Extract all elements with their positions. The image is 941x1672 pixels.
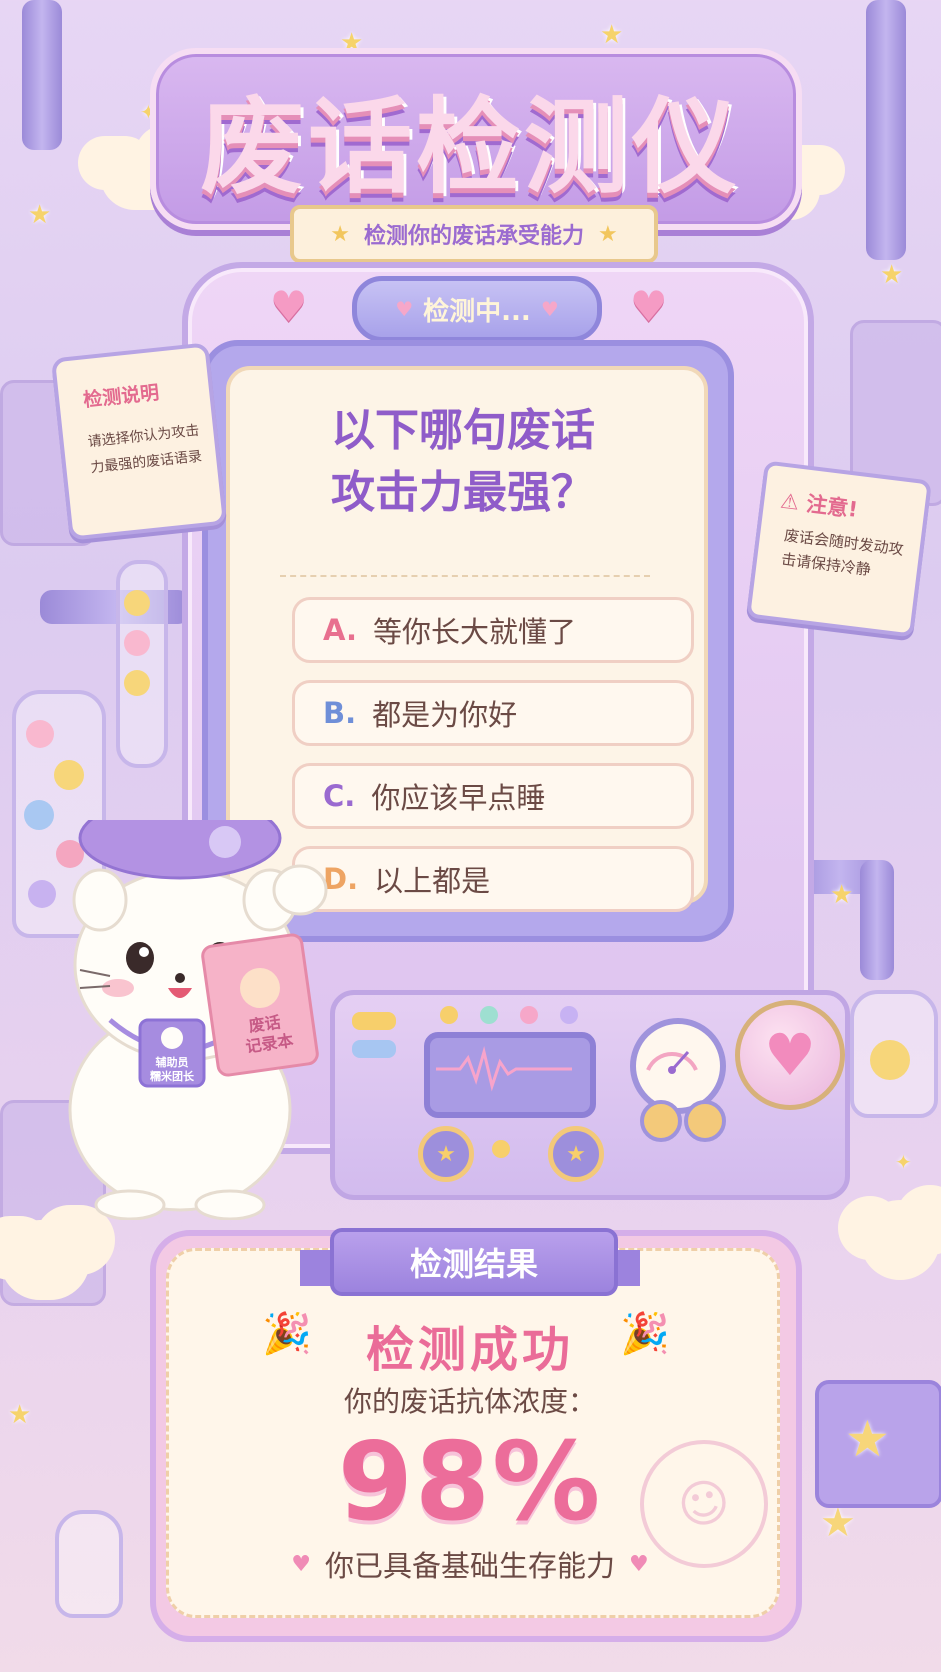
indicator-light <box>560 1006 578 1024</box>
note-body: 请选择你认为攻击力最强的废话语录 <box>86 422 203 477</box>
gauge-dial <box>630 1018 726 1114</box>
star-knob[interactable]: ★ <box>548 1126 604 1182</box>
indicator-light <box>440 1006 458 1024</box>
heart-icon: ♥ <box>629 1551 649 1577</box>
indicator-light <box>480 1006 498 1024</box>
heart-icon: ♥ <box>630 282 668 331</box>
star-icon: ★ <box>330 221 350 247</box>
result-ribbon: 检测结果 <box>330 1228 618 1296</box>
svg-text:糯米团长: 糯米团长 <box>150 1069 195 1083</box>
question-line-1: 以下哪句废话 <box>331 405 595 456</box>
mascot-illustration: 辅助员 糯米团长 废话 记录本 <box>40 796 360 1221</box>
waveform-icon <box>436 1046 572 1092</box>
heart-icon: ♥ <box>395 297 414 321</box>
subtitle-text: 检测你的废话承受能力 <box>363 224 584 249</box>
question-line-2: 攻击力最强？ <box>331 467 595 518</box>
option-a-button[interactable]: A. 等你长大就懂了 <box>292 597 694 663</box>
option-text: 等你长大就懂了 <box>373 615 577 649</box>
heart-icon: ♥ <box>540 297 559 321</box>
svg-text:辅助员: 辅助员 <box>156 1055 189 1069</box>
page-title: 废话检测仪 <box>199 86 740 208</box>
gauge-icon <box>646 1051 698 1074</box>
result-headline: 检测成功 <box>365 1322 574 1378</box>
subtitle-ribbon: ★ 检测你的废话承受能力 ★ <box>290 205 658 263</box>
verdict-text: 你已具备基础生存能力 <box>324 1549 615 1583</box>
waveform-display <box>424 1032 596 1118</box>
round-button[interactable] <box>640 1100 682 1142</box>
option-b-button[interactable]: B. 都是为你好 <box>292 680 694 746</box>
indicator-light <box>520 1006 538 1024</box>
indicator-light <box>492 1140 510 1158</box>
star-icon: ★ <box>598 221 618 247</box>
instructions-note: 检测说明 请选择你认为攻击力最强的废话语录 <box>50 342 228 541</box>
heart-icon: ♥ <box>291 1551 311 1577</box>
heart-icon: ♥ <box>270 282 308 331</box>
option-letter: B. <box>323 696 357 730</box>
result-verdict: ♥ 你已具备基础生存能力 ♥ <box>166 1543 774 1585</box>
antibody-label: 你的废话抗体浓度： <box>343 1385 596 1418</box>
result-ribbon-label: 检测结果 <box>409 1245 538 1283</box>
option-letter: C. <box>323 779 356 813</box>
divider <box>280 575 650 577</box>
option-letter: A. <box>323 613 357 647</box>
star-knob[interactable]: ★ <box>418 1126 474 1182</box>
heart-globe-button[interactable]: ♥ <box>735 1000 845 1110</box>
option-text: 以上都是 <box>374 864 491 898</box>
round-button[interactable] <box>684 1100 726 1142</box>
warning-note: ⚠ 注意! 废话会随时发动攻击请保持冷静 <box>745 460 933 638</box>
option-text: 你应该早点睡 <box>371 781 546 815</box>
note-body: 废话会随时发动攻击请保持冷静 <box>780 526 905 579</box>
question-text: 以下哪句废话 攻击力最强？ <box>226 400 700 524</box>
option-text: 都是为你好 <box>372 698 518 732</box>
status-indicator: ♥ 检测中... ♥ <box>352 276 602 342</box>
status-text: 检测中... <box>423 296 531 327</box>
note-title: ⚠ 注意! <box>779 488 860 522</box>
note-title: 检测说明 <box>82 381 161 412</box>
